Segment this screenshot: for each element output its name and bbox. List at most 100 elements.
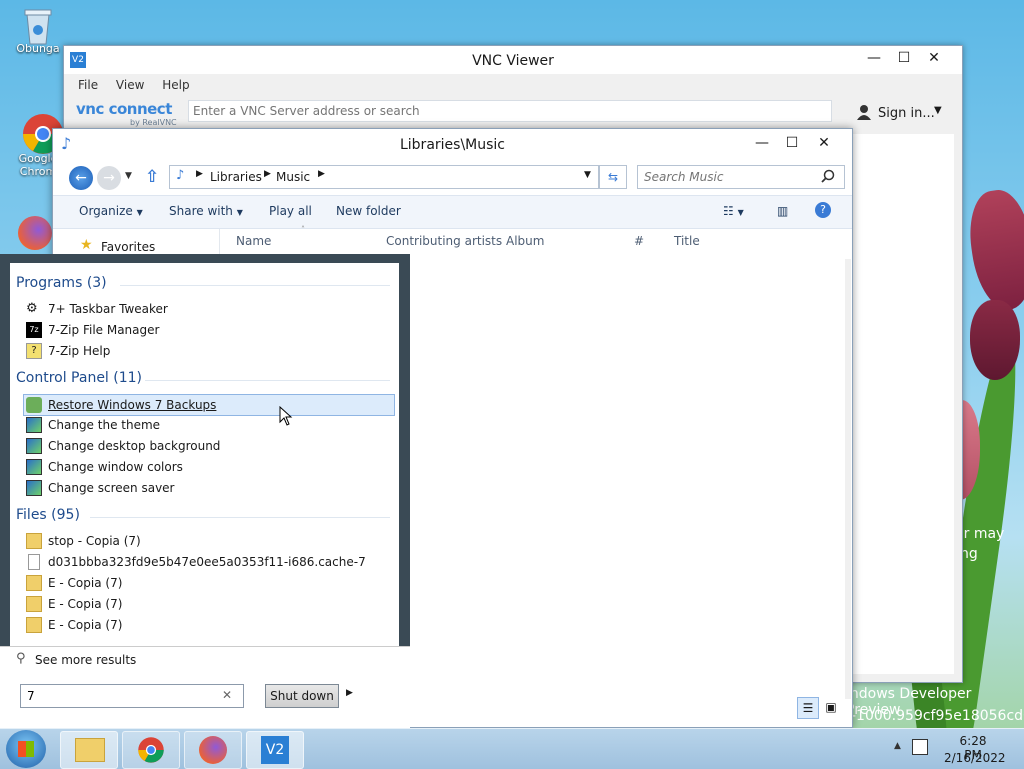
shutdown-options-arrow[interactable]: ▶ (346, 688, 353, 698)
share-with-button[interactable]: Share with ▼ (169, 204, 243, 218)
view-options-icon[interactable]: ☷ ▼ (723, 204, 744, 218)
mouse-cursor (279, 405, 293, 426)
shutdown-button[interactable]: Shut down (265, 684, 339, 708)
group-control-panel: Control Panel (11) (16, 370, 143, 386)
result-label: Change window colors (48, 460, 183, 474)
group-divider (145, 380, 390, 381)
breadcrumb-separator: ▶ (196, 169, 203, 179)
desktop-icon-recycle-bin[interactable]: Obunga (8, 6, 68, 55)
monitor-icon (26, 459, 42, 475)
windows-logo-icon (18, 741, 34, 757)
vnc-icon: V2 (261, 736, 289, 764)
history-dropdown[interactable]: ▼ (125, 171, 132, 181)
scrollbar[interactable] (845, 259, 851, 699)
start-search-input[interactable] (20, 684, 244, 708)
see-more-results[interactable]: ⚲ See more results (0, 646, 410, 673)
monitor-icon (26, 417, 42, 433)
sort-arrow-icon: ˄ (301, 225, 305, 234)
firefox-icon (199, 736, 227, 764)
menu-view[interactable]: View (116, 74, 144, 96)
vnc-titlebar: V2 VNC Viewer — ☐ ✕ (64, 46, 962, 74)
taskbar-explorer[interactable] (60, 731, 118, 769)
maximize-button[interactable]: ☐ (890, 48, 918, 68)
group-programs: Programs (3) (16, 275, 107, 291)
result-label: 7+ Taskbar Tweaker (48, 302, 168, 316)
column-contributing-artists[interactable]: Contributing artists (386, 234, 502, 248)
desktop-icon-label: Obunga (16, 42, 60, 55)
column-name[interactable]: Name (236, 234, 271, 248)
back-button[interactable]: ← (69, 166, 93, 190)
column-number[interactable]: # (634, 234, 644, 248)
explorer-title: Libraries\Music (399, 137, 505, 153)
folder-icon (26, 596, 42, 612)
help-file-icon: ? (26, 343, 42, 359)
chevron-down-icon[interactable]: ▼ (934, 105, 942, 116)
minimize-button[interactable]: — (860, 48, 888, 68)
menu-help[interactable]: Help (162, 74, 189, 96)
chrome-icon (21, 112, 63, 154)
share-with-label: Share with (169, 204, 233, 218)
network-icon[interactable] (912, 739, 928, 755)
search-icon (821, 169, 835, 183)
taskbar: V2 ▲ 6:28 PM 2/16/2022 (0, 728, 1024, 769)
chrome-icon (138, 737, 164, 763)
see-more-label: See more results (35, 653, 137, 667)
backup-restore-icon (26, 397, 42, 413)
7zip-icon: 7z (26, 322, 42, 338)
nav-pane-favorites[interactable]: Favorites (101, 240, 155, 254)
start-button[interactable] (6, 730, 46, 768)
large-icons-view-button[interactable]: ▣ (821, 697, 841, 717)
chevron-down-icon: ▼ (136, 208, 143, 217)
search-input[interactable] (637, 165, 845, 189)
breadcrumb-libraries[interactable]: Libraries (210, 170, 262, 184)
sign-in-button[interactable]: Sign in... (878, 106, 935, 121)
address-dropdown[interactable]: ▼ (584, 170, 591, 180)
vnc-address-input[interactable] (188, 100, 832, 122)
vnc-title: VNC Viewer (472, 53, 554, 69)
taskbar-chrome[interactable] (122, 731, 180, 769)
preview-pane-icon[interactable]: ▥ (777, 204, 788, 218)
organize-button[interactable]: Organize ▼ (79, 204, 143, 218)
close-button[interactable]: ✕ (810, 133, 838, 153)
folder-icon (26, 575, 42, 591)
breadcrumb-music[interactable]: Music (276, 170, 310, 184)
up-arrow-icon[interactable]: ⇧ (145, 167, 159, 187)
new-folder-button[interactable]: New folder (336, 204, 401, 218)
refresh-button[interactable]: ⇆ (599, 165, 627, 189)
monitor-icon (26, 438, 42, 454)
breadcrumb-separator: ▶ (264, 169, 271, 179)
clear-search-icon[interactable]: ✕ (222, 688, 232, 702)
vnc-logo-text: vnc connect (76, 100, 172, 118)
maximize-button[interactable]: ☐ (778, 133, 806, 153)
address-bar[interactable]: ♪ ▶ Libraries ▶ Music ▶ ▼ (169, 165, 599, 189)
result-label: Restore Windows 7 Backups (48, 398, 217, 412)
column-title[interactable]: Title (674, 234, 700, 248)
taskbar-vnc-viewer[interactable]: V2 (246, 731, 304, 769)
result-label: 7-Zip File Manager (48, 323, 160, 337)
forward-button[interactable]: → (97, 166, 121, 190)
breadcrumb-separator: ▶ (318, 169, 325, 179)
result-restore-windows-7-backups[interactable]: Restore Windows 7 Backups (23, 394, 395, 416)
search-results-pane: Programs (3) ⚙ 7+ Taskbar Tweaker 7z 7-Z… (10, 263, 399, 646)
close-button[interactable]: ✕ (920, 48, 948, 68)
play-all-button[interactable]: Play all (269, 204, 312, 218)
clock-date[interactable]: 2/16/2022 (944, 751, 1006, 765)
show-hidden-icons[interactable]: ▲ (894, 741, 901, 751)
explorer-titlebar: ♪ Libraries\Music — ☐ ✕ (53, 129, 852, 159)
watermark-line4: -1000.959cf95e18056cd0 (851, 708, 1024, 724)
chevron-down-icon: ▼ (236, 208, 243, 217)
details-view-button[interactable]: ☰ (797, 697, 819, 719)
firefox-desktop-icon[interactable] (18, 216, 52, 250)
group-divider (90, 517, 390, 518)
taskbar-firefox[interactable] (184, 731, 242, 769)
column-album[interactable]: Album (506, 234, 544, 248)
recycle-bin-icon (21, 6, 55, 45)
help-icon[interactable]: ? (815, 202, 831, 218)
menu-file[interactable]: File (78, 74, 98, 96)
vnc-logo-sub: by RealVNC (130, 118, 177, 127)
result-label: E - Copia (7) (48, 576, 123, 590)
result-label: Change desktop background (48, 439, 221, 453)
vnc-menubar: File View Help (64, 74, 962, 96)
taskbar-tweaker-icon: ⚙ (26, 301, 38, 316)
minimize-button[interactable]: — (748, 133, 776, 153)
